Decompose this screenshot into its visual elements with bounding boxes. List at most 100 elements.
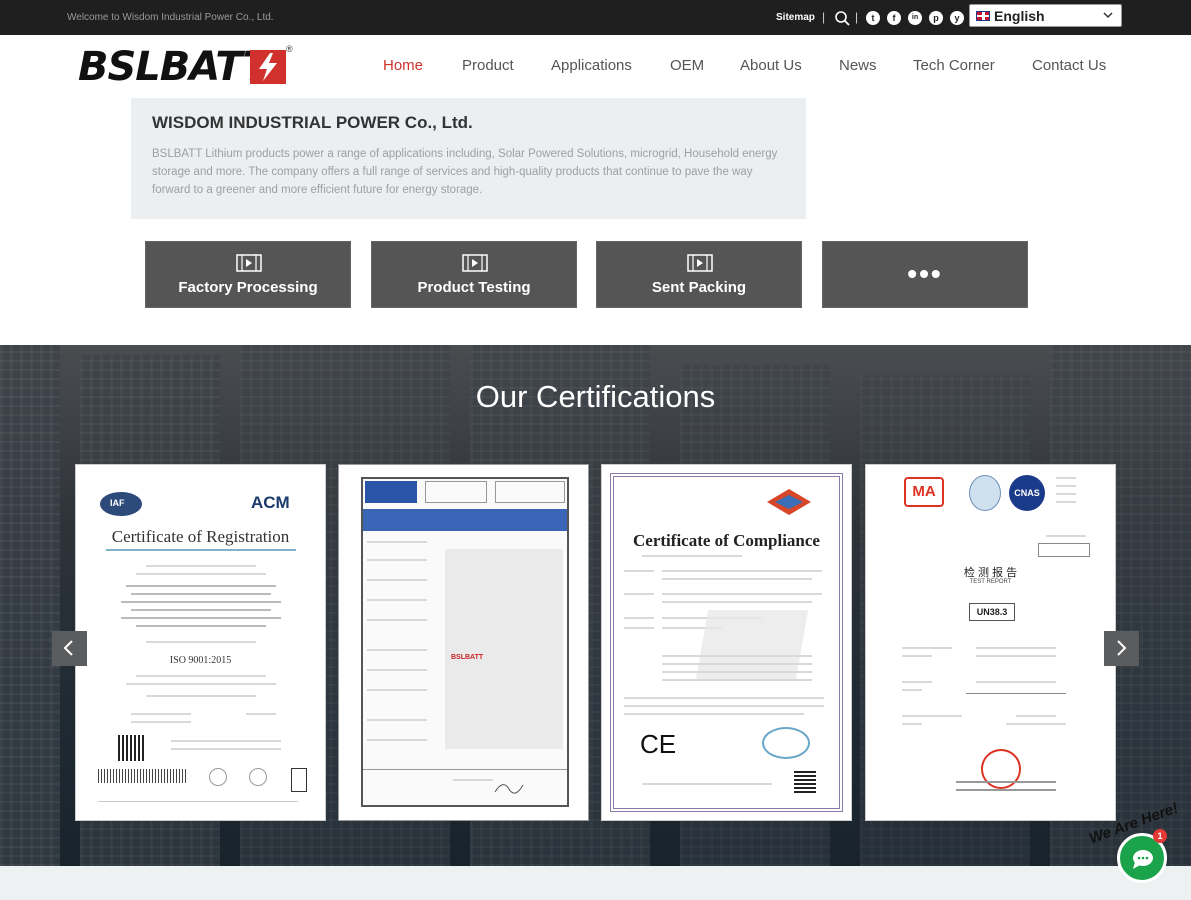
qr-code-icon [794, 771, 816, 793]
text-line [902, 689, 922, 691]
text-line [624, 713, 804, 715]
text-line [1056, 493, 1076, 495]
nav-product[interactable]: Product [462, 57, 514, 74]
more-button[interactable]: ••• [822, 241, 1028, 308]
sitemap-link[interactable]: Sitemap [776, 12, 815, 23]
text-line [662, 593, 822, 595]
certificate-card[interactable]: MA CNAS 检 测 报 告 TEST REPORT UN38.3 [865, 464, 1116, 821]
text-line [662, 601, 812, 603]
top-bar: Welcome to Wisdom Industrial Power Co., … [0, 0, 1191, 35]
text-line [976, 681, 1056, 683]
text-line [121, 601, 281, 603]
text-line [367, 619, 427, 621]
ce-mark-icon: CE [640, 729, 677, 759]
carousel-next-button[interactable] [1104, 631, 1139, 666]
text-line [624, 697, 824, 699]
text-line [902, 723, 922, 725]
nav-home[interactable]: Home [383, 57, 423, 74]
text-line [1046, 535, 1086, 537]
youtube-icon[interactable]: y [950, 11, 964, 25]
factory-processing-button[interactable]: Factory Processing [145, 241, 351, 308]
footer-strip [0, 866, 1191, 900]
report-number-box [1038, 543, 1090, 557]
certificate-card[interactable]: IAF ACM Certificate of Registration ISO … [75, 464, 326, 821]
text-line [131, 609, 271, 611]
nav-oem[interactable]: OEM [670, 57, 704, 74]
text-line [367, 669, 427, 671]
text-line [1056, 485, 1076, 487]
text-line [956, 789, 1056, 791]
chevron-left-icon [63, 640, 73, 656]
facebook-icon[interactable]: f [887, 11, 901, 25]
chevron-down-icon [1103, 12, 1113, 19]
nav-applications[interactable]: Applications [551, 57, 632, 74]
text-line [1056, 501, 1076, 503]
registered-mark: ® [286, 44, 293, 54]
text-line [131, 721, 191, 723]
logo[interactable]: BSLBATT [78, 42, 296, 92]
divider [363, 769, 567, 770]
iso-standard: ISO 9001:2015 [169, 655, 232, 666]
blue-banner [363, 509, 567, 531]
underline [966, 693, 1066, 694]
nav-about-us[interactable]: About Us [740, 57, 802, 74]
button-label: Factory Processing [178, 279, 318, 296]
nav-tech-corner[interactable]: Tech Corner [913, 57, 995, 74]
company-title: WISDOM INDUSTRIAL POWER Co., Ltd. [152, 113, 473, 132]
nav-news[interactable]: News [839, 57, 877, 74]
signature-icon [494, 784, 524, 794]
text-line [367, 579, 427, 581]
linkedin-icon[interactable]: in [908, 11, 922, 25]
qr-code-icon [118, 735, 144, 761]
company-intro: WISDOM INDUSTRIAL POWER Co., Ltd. BSLBAT… [131, 98, 806, 219]
report-subtitle: TEST REPORT [969, 579, 1012, 585]
text-line [131, 713, 191, 715]
video-icon [462, 254, 488, 272]
text-line [662, 679, 812, 681]
text-line [624, 570, 654, 572]
text-line [367, 739, 427, 741]
certificate-title: Certificate of Registration [111, 527, 290, 546]
iec-logo [365, 481, 417, 503]
text-line [662, 663, 812, 665]
nav-contact-us[interactable]: Contact Us [1032, 57, 1106, 74]
text-line [662, 578, 812, 580]
text-line [662, 570, 822, 572]
video-icon [687, 254, 713, 272]
twitter-icon[interactable]: t [866, 11, 880, 25]
stamp-icon [762, 727, 810, 759]
certifications-section: Our Certifications IAF ACM Certificate o… [0, 345, 1191, 866]
certificate-card[interactable]: BSLBATT [338, 464, 589, 821]
text-line [131, 593, 271, 595]
text-line [367, 719, 427, 721]
chat-icon [1133, 850, 1153, 869]
text-line [642, 555, 742, 557]
text-line [976, 655, 1056, 657]
brand-text: BSLBATT [451, 654, 484, 661]
button-label: Sent Packing [651, 279, 747, 296]
report-title: 检 测 报 告 [963, 567, 1018, 579]
text-line [136, 573, 266, 575]
text-line [624, 617, 654, 619]
text-line [662, 655, 812, 657]
text-line [453, 779, 493, 781]
pinterest-icon[interactable]: p [929, 11, 943, 25]
carousel-prev-button[interactable] [52, 631, 87, 666]
language-select[interactable]: English [969, 4, 1122, 27]
sent-packing-button[interactable]: Sent Packing [596, 241, 802, 308]
ilac-logo [969, 475, 1001, 511]
company-description: BSLBATT Lithium products power a range o… [152, 148, 778, 196]
product-testing-button[interactable]: Product Testing [371, 241, 577, 308]
logo-text: BSLBATT [78, 44, 270, 90]
text-line [146, 695, 256, 697]
text-line [136, 675, 266, 677]
divider [106, 549, 296, 551]
certificate-card[interactable]: Certificate of Compliance CE [601, 464, 852, 821]
certifications-heading: Our Certifications [475, 379, 716, 414]
text-line [367, 689, 427, 691]
video-icon [236, 254, 262, 272]
notification-badge: 1 [1153, 829, 1167, 843]
search-icon[interactable] [834, 10, 850, 26]
background-building [0, 345, 60, 866]
text-line [1056, 477, 1076, 479]
